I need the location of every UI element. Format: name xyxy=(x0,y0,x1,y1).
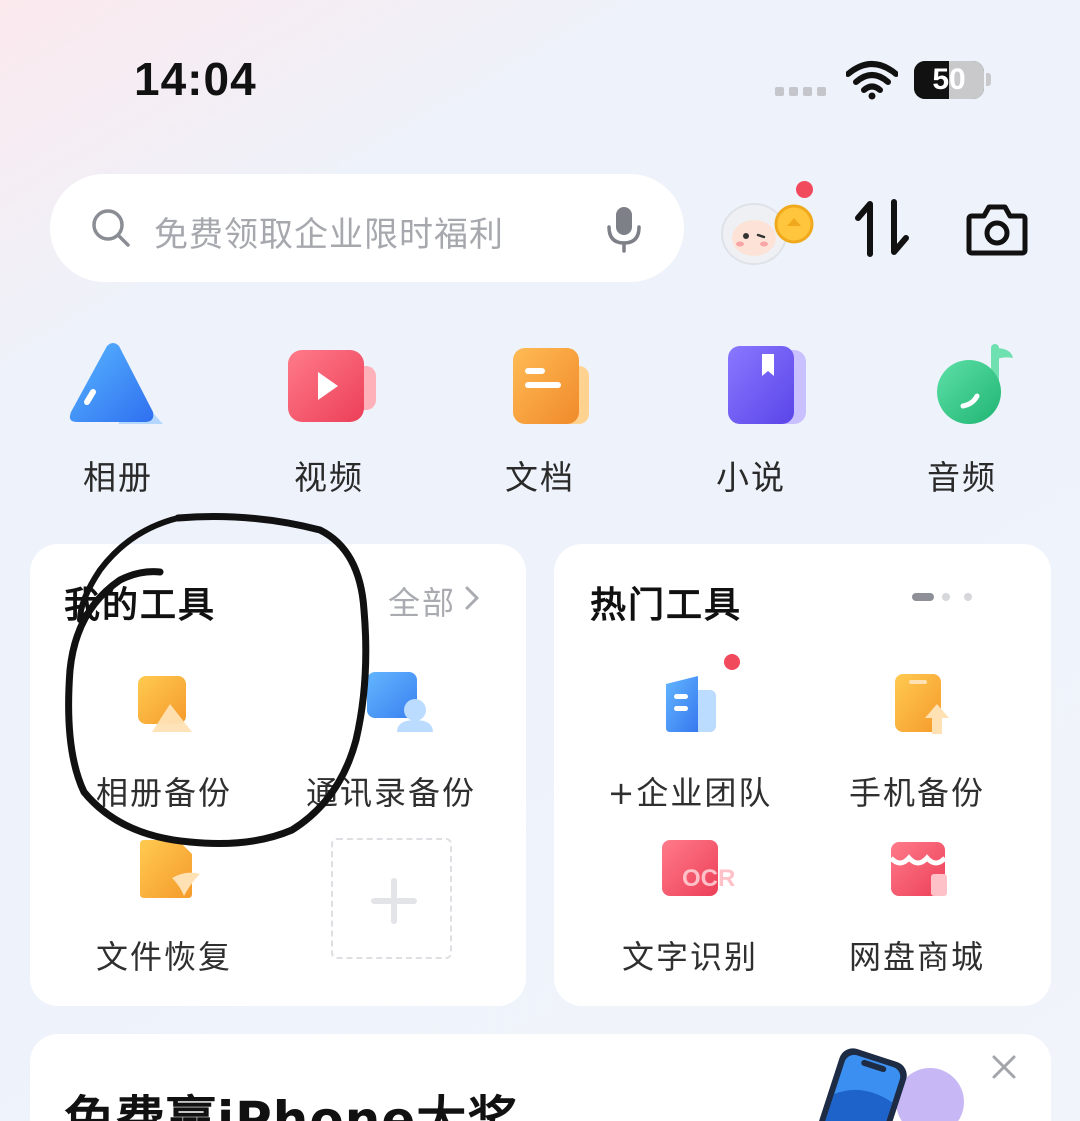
tool-label: 网盘商城 xyxy=(848,938,985,976)
battery-level: 50 xyxy=(932,63,966,96)
contacts-backup-icon xyxy=(367,672,433,732)
novel-icon xyxy=(728,346,806,424)
battery-tip xyxy=(986,73,991,86)
all-tools-link[interactable]: 全部 xyxy=(388,578,456,624)
mascot-avatar-icon[interactable] xyxy=(718,186,818,272)
camera-icon[interactable] xyxy=(966,202,1028,256)
category-label: 视频 xyxy=(294,458,364,497)
file-restore-icon xyxy=(140,840,200,898)
tool-ocr[interactable]: OCR 文字识别 xyxy=(580,834,800,978)
category-audio[interactable]: 音频 xyxy=(892,340,1032,499)
page-indicator xyxy=(912,593,972,601)
enterprise-team-icon xyxy=(666,676,716,732)
tool-album-backup[interactable]: 相册备份 xyxy=(54,670,274,814)
tool-label: +企业团队 xyxy=(607,774,773,812)
store-icon xyxy=(889,842,947,896)
add-tool-button[interactable] xyxy=(331,838,452,959)
promo-banner-title: 免费赢iPhone大奖 xyxy=(64,1091,519,1121)
tool-label: 手机备份 xyxy=(848,774,985,812)
tool-label: 文件恢复 xyxy=(95,938,232,976)
tool-enterprise-team[interactable]: +企业团队 xyxy=(580,670,800,814)
microphone-icon[interactable] xyxy=(604,205,644,253)
document-icon xyxy=(513,348,589,424)
video-icon xyxy=(288,350,376,422)
transfer-icon[interactable] xyxy=(854,198,912,258)
audio-icon xyxy=(937,344,1013,424)
category-novel[interactable]: 小说 xyxy=(681,340,821,499)
tool-label: 文字识别 xyxy=(621,938,758,976)
tool-file-restore[interactable]: 文件恢复 xyxy=(54,834,274,978)
wifi-icon xyxy=(846,61,898,100)
tool-store[interactable]: 网盘商城 xyxy=(807,834,1027,978)
search-icon xyxy=(92,209,130,247)
battery-indicator: 50 xyxy=(914,61,984,99)
photo-icon xyxy=(69,343,163,424)
notification-dot xyxy=(724,654,740,670)
category-photos[interactable]: 相册 xyxy=(48,340,188,499)
tool-contacts-backup[interactable]: 通讯录备份 xyxy=(281,670,501,814)
tool-label: 相册备份 xyxy=(95,774,232,812)
category-video[interactable]: 视频 xyxy=(259,340,399,499)
my-tools-title: 我的工具 xyxy=(64,585,217,626)
hot-tools-title: 热门工具 xyxy=(590,585,743,626)
tool-label: 通讯录备份 xyxy=(305,774,476,812)
phone-backup-icon xyxy=(895,674,949,734)
iphone-illustration-icon xyxy=(813,1048,964,1121)
notification-dot xyxy=(796,181,813,198)
close-icon[interactable] xyxy=(990,1053,1018,1081)
ocr-icon-text: OCR xyxy=(682,865,735,892)
category-document[interactable]: 文档 xyxy=(470,340,610,499)
status-time: 14:04 xyxy=(134,53,257,105)
tool-phone-backup[interactable]: 手机备份 xyxy=(807,670,1027,814)
chevron-right-icon[interactable] xyxy=(462,585,482,611)
cellular-signal-icon xyxy=(775,87,831,99)
category-label: 音频 xyxy=(927,458,997,497)
category-label: 小说 xyxy=(716,458,786,497)
ocr-icon: OCR xyxy=(662,840,735,896)
search-placeholder: 免费领取企业限时福利 xyxy=(154,215,504,255)
category-label: 相册 xyxy=(83,458,153,497)
album-backup-icon xyxy=(138,676,192,732)
category-label: 文档 xyxy=(505,458,575,497)
